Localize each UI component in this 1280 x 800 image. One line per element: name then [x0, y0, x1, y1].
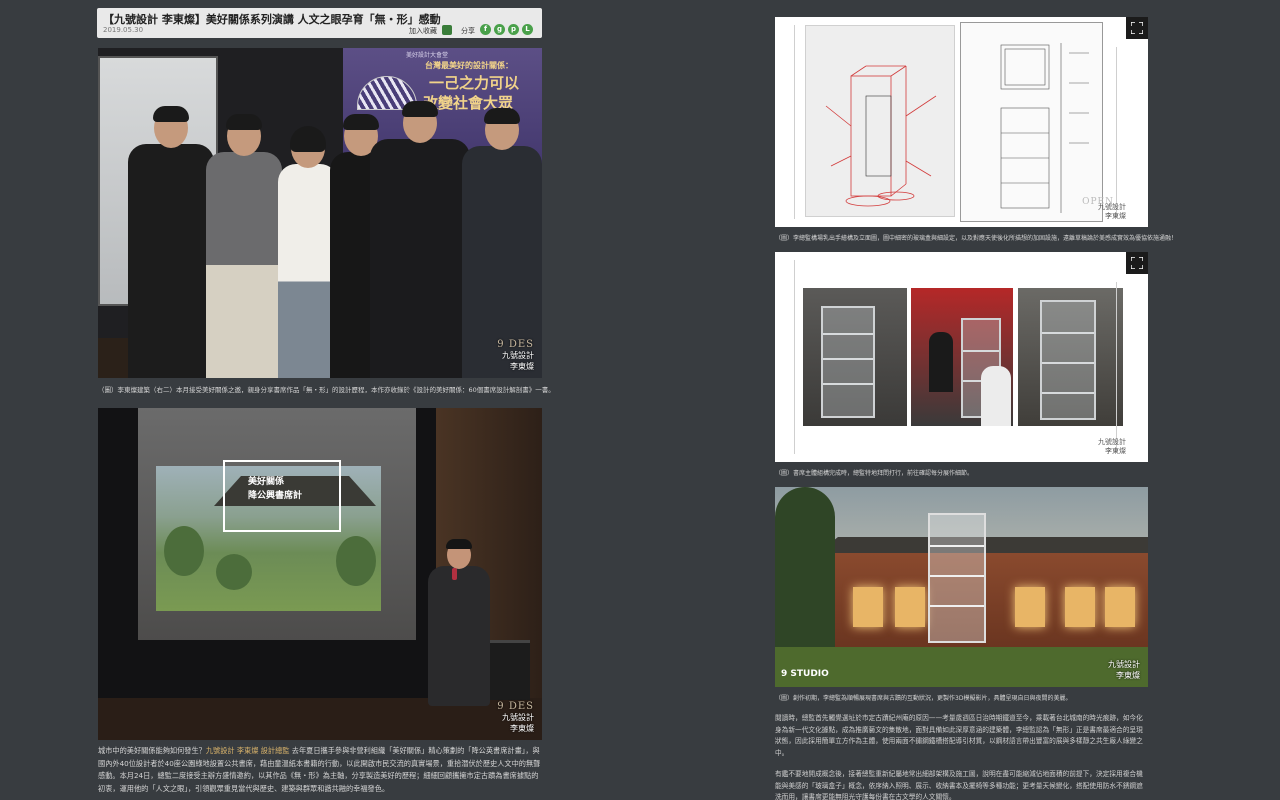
body-text-part1: 城市中的美好關係能夠如何發生？ — [98, 746, 206, 755]
article-body: 城市中的美好關係能夠如何發生？九號設計 李東燦 設計總監 去年夏日攜手參與非營利… — [98, 745, 544, 795]
bookmark-icon[interactable] — [442, 25, 452, 35]
person-6 — [462, 108, 542, 378]
right-paragraph-1: 閱讀時，總監首先觸覺選址於市定古蹟紀州庵的原因——考量歲週區日治時期鐵道至今，乘… — [775, 714, 1143, 757]
render-window — [1015, 587, 1045, 627]
facebook-icon[interactable]: f — [480, 24, 491, 35]
share-label: 分享 — [461, 27, 475, 35]
rendering-image: 9 STUDIO 九號設計 李東燦 — [775, 487, 1148, 687]
article-title: 【九號設計 李東燦】美好關係系列演講 人文之眼孕育「無・形」感動 — [103, 13, 441, 26]
podium — [490, 640, 530, 700]
page-rule-right — [1116, 282, 1126, 452]
group-photo: 美好設計大會堂 台灣最美好的設計關係： 一己之力可以 改變社會大眾 9 DES … — [98, 48, 542, 378]
render-tree — [775, 487, 835, 657]
article-date: 2019.05.30 — [103, 26, 144, 34]
hand-sketch — [805, 25, 955, 217]
article-header: 【九號設計 李東燦】美好關係系列演講 人文之眼孕育「無・形」感動 2019.05… — [97, 8, 542, 38]
render-lawn — [775, 647, 1148, 687]
render-window — [1105, 587, 1135, 627]
photo-watermark: 9 DES 九號設計 李東燦 — [497, 339, 534, 371]
technical-drawing — [960, 22, 1103, 222]
panel-watermark: 九號設計 李東燦 — [1098, 203, 1126, 220]
slide-title: 美好關係 — [248, 477, 285, 487]
favorite-label[interactable]: 加入收藏 — [409, 26, 437, 36]
render-bookshelf-tower — [928, 513, 986, 643]
right-body-text: 閱讀時，總監首先觸覺選址於市定古蹟紀州庵的原因——考量歲週區日治時期鐵道至今，乘… — [775, 713, 1148, 800]
page-rule-right — [1116, 47, 1126, 217]
presentation-photo: 美好關係 降公興書席計 9 DES 九號設計 李東燦 — [98, 408, 542, 740]
drawing-panel: OPEN 九號設計 李東燦 — [775, 17, 1148, 227]
slide-subtitle: 降公興書席計 — [248, 491, 303, 501]
render-window — [895, 587, 925, 627]
fullscreen-icon — [1131, 257, 1143, 269]
banner-line-1: 台灣最美好的設計關係： — [425, 61, 513, 70]
person-2 — [206, 114, 282, 378]
fullscreen-icon — [1131, 22, 1143, 34]
right-paragraph-2: 有鑑不要地開成概念後，接著總監重新紀屬地常出細部架構及施工圖，說明在盡可能縮減佔… — [775, 770, 1143, 800]
projection-screen: 美好關係 降公興書席計 — [138, 408, 416, 640]
studio-logo: 9 STUDIO — [781, 669, 829, 679]
person-5 — [370, 101, 470, 378]
line-icon[interactable]: L — [522, 24, 533, 35]
expand-button[interactable] — [1126, 17, 1148, 39]
panel1-caption: （圖）李總監構場乳出手繪構及立面圖，圖中細密的玻璃盒與細設定，以及對應天使後化所… — [775, 235, 1178, 242]
workshop-photo-3 — [1018, 288, 1123, 426]
banner-line-2: 一己之力可以 — [429, 74, 520, 92]
google-plus-icon[interactable]: g — [494, 24, 505, 35]
workshop-photo-2 — [911, 288, 1013, 426]
panel2-watermark: 九號設計 李東燦 — [1098, 438, 1126, 455]
designer-link[interactable]: 九號設計 李東燦 設計總監 — [206, 746, 290, 755]
plurk-icon[interactable]: p — [508, 24, 519, 35]
workshop-panel: 九號設計 李東燦 — [775, 252, 1148, 462]
expand-button[interactable] — [1126, 252, 1148, 274]
render-window — [853, 587, 883, 627]
render-window — [1065, 587, 1095, 627]
page-rule-left — [785, 260, 795, 454]
banner-pretitle: 美好設計大會堂 — [406, 52, 449, 59]
panel2-caption: （圖）書席主體組構完成時，總監特地拜問打行，前往確認每分展作細節。 — [775, 470, 974, 477]
photo2-watermark: 9 DES 九號設計 李東燦 — [497, 701, 534, 733]
page-rule-left — [785, 25, 795, 219]
speaker — [428, 566, 490, 706]
speaker-hair — [446, 539, 472, 549]
workshop-photo-1 — [803, 288, 907, 426]
panel3-caption: （圖）創作初期，李總監為順暢展現書席與古蹟的互動狀況，更製作3D模擬影片，具體呈… — [775, 695, 1072, 702]
photo1-caption: （圖）李東燦建築（右二）本月接受美好關係之邀，親身分享書席作品「無・形」的設計歷… — [98, 386, 555, 394]
microphone — [452, 568, 457, 580]
person-1 — [128, 106, 214, 378]
render-watermark: 九號設計 李東燦 — [1108, 660, 1140, 680]
person-3 — [278, 126, 338, 378]
